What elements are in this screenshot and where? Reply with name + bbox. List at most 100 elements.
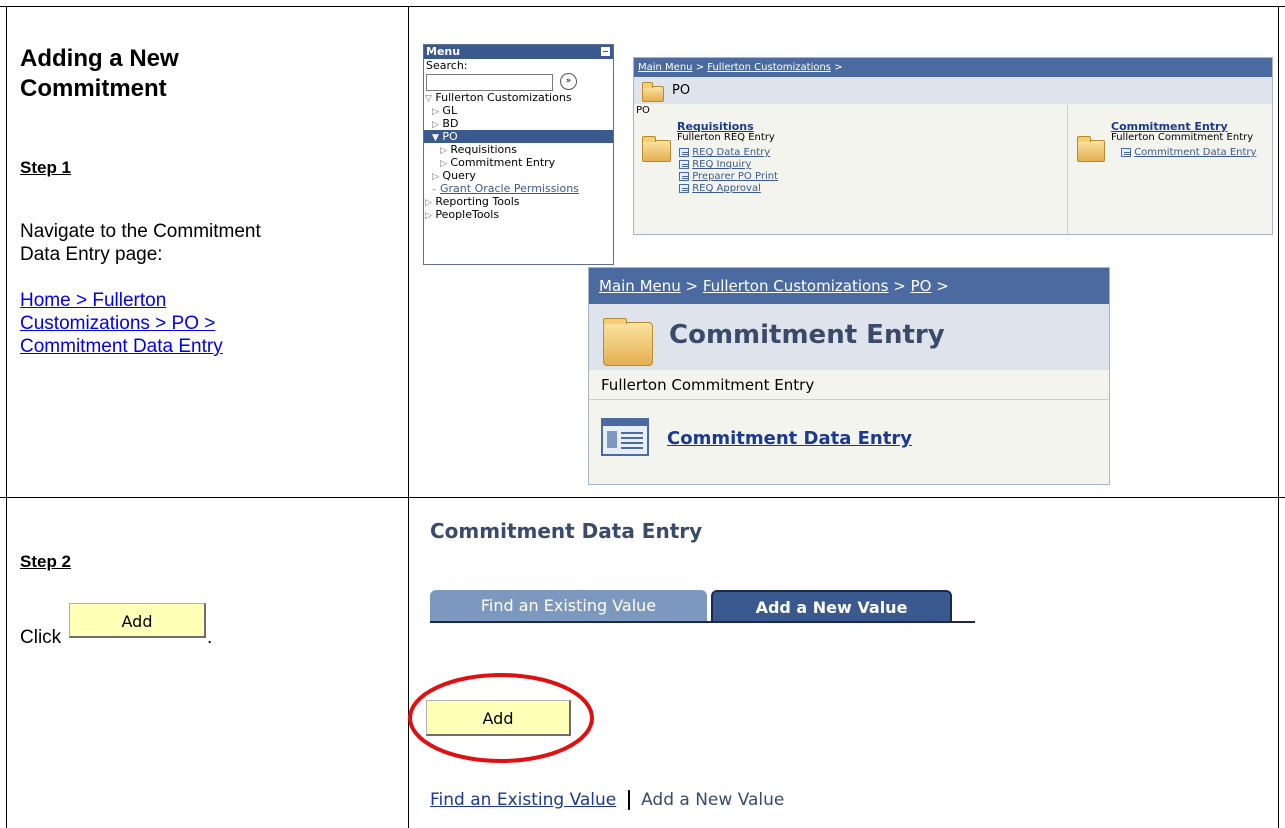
link-label: REQ Approval [692,183,761,194]
menu-item-query[interactable]: ▷ Query [424,169,613,182]
table-right-border [1278,6,1279,828]
add-button-inline[interactable]: Add [69,603,206,638]
find-existing-value-link[interactable]: Find an Existing Value [430,790,616,810]
tab-underline [430,621,975,623]
menu-item-label: Fullerton Customizations [435,91,572,104]
breadcrumb-separator: > [680,277,703,295]
page-icon [679,183,689,193]
tab-bar: Find an Existing Value Add a New Value [430,590,975,624]
heading-line-2: Commitment [20,75,167,102]
po-subtitle: PO [636,105,650,116]
menu-item-label: PO [442,130,458,143]
tab-add-new-value[interactable]: Add a New Value [711,590,952,621]
link-label: REQ Data Entry [692,147,771,158]
commitment-entry-title: Commitment Entry [669,320,945,350]
step-1-instruction: Navigate to the Commitment Data Entry pa… [20,220,261,266]
commitment-title-bar: Commitment Entry [589,304,1109,370]
breadcrumb-main-menu[interactable]: Main Menu [599,277,681,295]
menu-item-gl[interactable]: ▷ GL [424,104,613,117]
menu-item-bd[interactable]: ▷ BD [424,117,613,130]
menu-item-label: Reporting Tools [435,195,520,208]
page-icon [679,159,689,169]
breadcrumb-main-menu[interactable]: Main Menu [638,62,693,73]
menu-item-label: Commitment Entry [450,156,556,169]
tab-find-existing-value[interactable]: Find an Existing Value [430,590,707,621]
highlight-circle [408,673,594,763]
page-icon [679,147,689,157]
path-line-3: Commitment Data Entry [20,336,223,357]
expanded-arrow-icon: ▽ [425,94,432,104]
po-title-bar: PO [634,77,1272,104]
collapsed-arrow-icon: ▷ [425,211,432,221]
req-approval-item[interactable]: REQ Approval [679,183,761,194]
breadcrumb-fullerton[interactable]: Fullerton Customizations [703,277,889,295]
collapsed-arrow-icon: ▷ [432,172,439,182]
link-label: Commitment Data Entry [667,428,912,449]
page-icon [601,418,649,456]
table-row-divider [0,497,1285,498]
req-inquiry-item[interactable]: REQ Inquiry [679,159,751,170]
navigation-path-link[interactable]: Home > Fullerton Customizations > PO > C… [20,289,223,358]
table-top-border [0,6,1285,7]
menu-item-reporting-tools[interactable]: ▷ Reporting Tools [424,195,613,208]
path-line-1: Home > Fullerton [20,290,167,311]
menu-item-peopletools[interactable]: ▷ PeopleTools [424,208,613,221]
commitment-breadcrumb: Main Menu > Fullerton Customizations > P… [589,268,1109,304]
breadcrumb-separator: > [931,277,949,295]
minimize-icon[interactable] [601,47,610,56]
po-panel: Main Menu > Fullerton Customizations > P… [633,57,1273,235]
section-heading: Adding a New Commitment [20,44,179,104]
page-icon [679,171,689,181]
menu-item-fullerton-customizations[interactable]: ▽ Fullerton Customizations [424,91,613,104]
commitment-data-entry-item[interactable]: Commitment Data Entry [1121,147,1256,158]
po-column-divider [1067,105,1068,234]
add-new-value-link[interactable]: Add a New Value [641,790,784,810]
breadcrumb-separator: > [888,277,911,295]
menu-item-label: PeopleTools [435,208,500,221]
navigation-menu: Menu Search: » ▽ Fullerton Customization… [423,44,614,265]
bottom-links: Find an Existing Value Add a New Value [430,790,784,810]
menu-item-label: Grant Oracle Permissions [440,182,579,195]
breadcrumb-po[interactable]: PO [911,277,932,295]
link-label: REQ Inquiry [692,159,752,170]
menu-item-label: Requisitions [450,143,517,156]
commitment-entry-panel: Main Menu > Fullerton Customizations > P… [588,267,1110,485]
page-title: Commitment Data Entry [430,519,703,543]
menu-search-input[interactable] [426,74,553,91]
menu-item-label: Query [442,169,476,182]
req-data-entry-item[interactable]: REQ Data Entry [679,147,770,158]
commitment-entry-description: Fullerton Commitment Entry [1111,132,1254,143]
menu-item-label: GL [442,104,458,117]
menu-search-label: Search: [426,59,468,72]
preparer-po-print-item[interactable]: Preparer PO Print [679,171,778,182]
menu-item-grant-oracle-permissions[interactable]: – Grant Oracle Permissions [424,182,613,195]
requisitions-description: Fullerton REQ Entry [677,132,775,143]
collapsed-arrow-icon: ▷ [432,107,439,117]
menu-search-row: » [424,72,613,91]
instruction-line-1: Navigate to the Commitment [20,221,261,242]
menu-item-label: BD [442,117,459,130]
po-breadcrumb: Main Menu > Fullerton Customizations > [634,58,1272,77]
period: . [207,627,213,648]
menu-item-commitment-entry[interactable]: ▷ Commitment Entry [424,156,613,169]
link-separator [627,790,630,810]
dash-icon: – [432,185,437,195]
heading-line-1: Adding a New [20,45,179,72]
breadcrumb-separator: > [692,62,708,73]
path-line-2: Customizations > PO > [20,313,216,334]
menu-title: Menu [426,45,461,58]
link-label: Preparer PO Print [692,171,778,182]
menu-item-requisitions[interactable]: ▷ Requisitions [424,143,613,156]
click-text: Click [20,627,62,648]
breadcrumb-fullerton[interactable]: Fullerton Customizations [707,62,831,73]
collapsed-arrow-icon: ▷ [440,146,447,156]
folder-icon [1077,136,1105,162]
breadcrumb-separator: > [831,62,843,73]
page-icon [1121,147,1131,157]
collapsed-arrow-icon: ▷ [432,120,439,130]
menu-item-po[interactable]: ▼ PO [424,130,613,143]
menu-header: Menu [424,45,613,59]
search-go-icon[interactable]: » [560,73,577,90]
step-2-label: Step 2 [20,552,72,571]
expanded-arrow-icon: ▼ [432,133,439,143]
